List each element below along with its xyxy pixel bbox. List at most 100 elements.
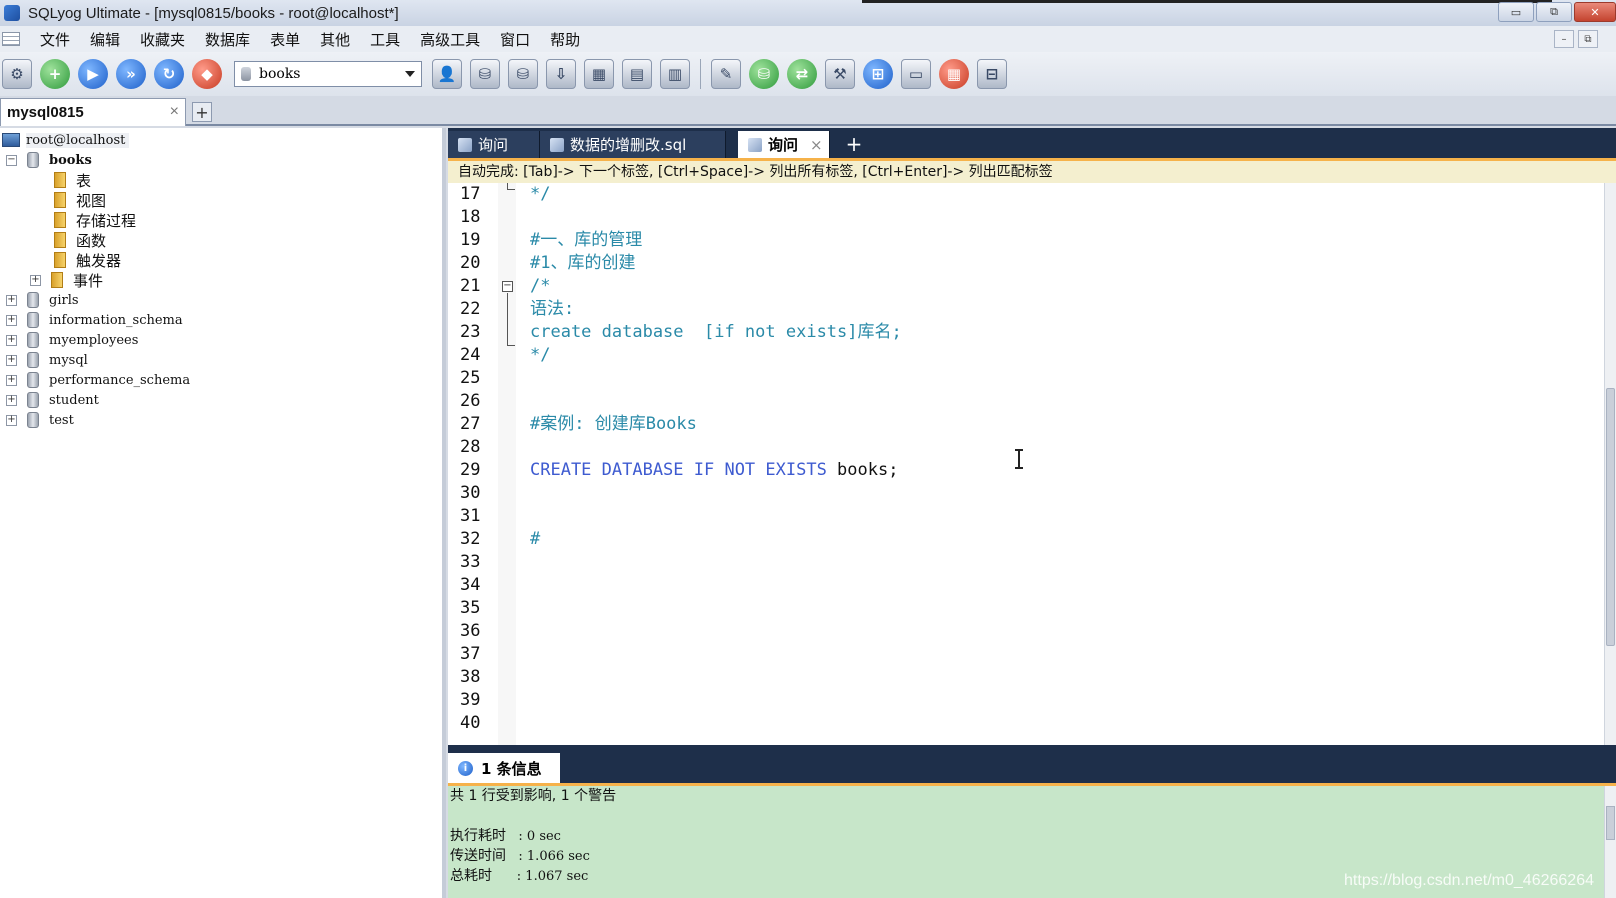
database-selector[interactable]: books bbox=[234, 61, 422, 87]
message-exec-time: 执行耗时 : 0 sec bbox=[450, 826, 561, 846]
table-icon[interactable]: ▦ bbox=[584, 59, 614, 89]
close-icon[interactable]: × bbox=[810, 136, 823, 154]
menu-help[interactable]: 帮助 bbox=[540, 29, 590, 50]
editor-scrollbar-thumb[interactable] bbox=[1606, 388, 1615, 646]
expand-icon[interactable]: + bbox=[6, 314, 17, 326]
menu-advanced-tools[interactable]: 高级工具 bbox=[410, 29, 490, 50]
user-icon[interactable]: 👤 bbox=[432, 59, 462, 89]
menu-edit[interactable]: 编辑 bbox=[80, 29, 130, 50]
tree-item-events[interactable]: + 事件 bbox=[30, 270, 103, 290]
refresh-icon[interactable]: ↻ bbox=[154, 59, 184, 89]
import-icon[interactable]: ⇩ bbox=[546, 59, 576, 89]
column-icon[interactable]: ▥ bbox=[660, 59, 690, 89]
line-number: 34 bbox=[460, 575, 481, 595]
tab-label: 1 条信息 bbox=[481, 759, 542, 778]
tree-item-information-schema[interactable]: + information_schema bbox=[6, 310, 183, 330]
tree-item-procedures[interactable]: 存储过程 bbox=[54, 210, 136, 230]
new-query-tab-button[interactable]: + bbox=[844, 134, 864, 155]
connection-tab-strip: mysql0815 × + bbox=[0, 96, 1616, 126]
tree-item-myemployees[interactable]: + myemployees bbox=[6, 330, 138, 350]
code-line-20: #1、库的创建 bbox=[530, 253, 636, 273]
menu-file[interactable]: 文件 bbox=[30, 29, 80, 50]
tree-item-tables[interactable]: 表 bbox=[54, 170, 91, 190]
menu-other[interactable]: 其他 bbox=[310, 29, 360, 50]
messages-scrollbar[interactable] bbox=[1604, 786, 1616, 898]
execute-all-icon[interactable]: » bbox=[116, 59, 146, 89]
connect-icon[interactable]: ⚙ bbox=[2, 59, 32, 89]
schema-sync-icon[interactable]: ⚒ bbox=[825, 59, 855, 89]
doc-minimize-button[interactable]: – bbox=[1554, 30, 1574, 48]
editor-scrollbar[interactable] bbox=[1604, 183, 1616, 745]
fold-guide-line bbox=[507, 293, 508, 345]
tree-item-mysql[interactable]: + mysql bbox=[6, 350, 88, 370]
visual-data-icon[interactable]: ⊞ bbox=[863, 59, 893, 89]
tree-item-girls[interactable]: + girls bbox=[6, 290, 79, 310]
database-icon bbox=[27, 412, 39, 428]
menu-database[interactable]: 数据库 bbox=[195, 29, 260, 50]
tab-query-1[interactable]: 询问 bbox=[448, 131, 540, 158]
close-window-button[interactable]: ✕ bbox=[1574, 2, 1616, 22]
table-data-icon[interactable]: ▤ bbox=[622, 59, 652, 89]
menu-table[interactable]: 表单 bbox=[260, 29, 310, 50]
line-number: 20 bbox=[460, 253, 481, 273]
migrate-icon[interactable]: ⇄ bbox=[787, 59, 817, 89]
panel-splitter[interactable] bbox=[448, 745, 1616, 753]
restore-button[interactable]: ⧉ bbox=[1536, 2, 1572, 22]
expand-icon[interactable]: + bbox=[6, 374, 17, 386]
menu-tools[interactable]: 工具 bbox=[360, 29, 410, 50]
tab-sql-file[interactable]: 数据的增删改.sql bbox=[540, 131, 726, 158]
title-bar-divider bbox=[862, 0, 1552, 3]
tree-item-test[interactable]: + test bbox=[6, 410, 74, 430]
tree-item-books[interactable]: − books bbox=[6, 150, 92, 170]
tab-messages[interactable]: i 1 条信息 bbox=[448, 753, 560, 783]
code-line-27: #案例: 创建库Books bbox=[530, 414, 697, 434]
connection-tab-mysql0815[interactable]: mysql0815 × bbox=[0, 98, 186, 126]
close-icon[interactable]: × bbox=[170, 103, 179, 121]
db-copy-icon[interactable]: ⛁ bbox=[749, 59, 779, 89]
tab-label: 询问 bbox=[478, 136, 509, 154]
report-icon[interactable]: ▭ bbox=[901, 59, 931, 89]
tree-item-student[interactable]: + student bbox=[6, 390, 99, 410]
sync-icon[interactable]: ✎ bbox=[711, 59, 741, 89]
expand-icon[interactable]: + bbox=[6, 394, 17, 406]
line-number-gutter: 17 18 19 20 21 22 23 24 25 26 27 28 29 3… bbox=[448, 183, 498, 745]
new-connection-icon[interactable]: + bbox=[40, 59, 70, 89]
menu-favorites[interactable]: 收藏夹 bbox=[130, 29, 195, 50]
schema-icon[interactable]: ◆ bbox=[192, 59, 222, 89]
schema-designer-icon[interactable]: ⊟ bbox=[977, 59, 1007, 89]
expand-icon[interactable]: + bbox=[6, 294, 17, 306]
backup-icon[interactable]: ⛁ bbox=[470, 59, 500, 89]
document-menu-icon[interactable] bbox=[2, 32, 20, 46]
tree-item-functions[interactable]: 函数 bbox=[54, 230, 106, 250]
line-number: 33 bbox=[460, 552, 481, 572]
tree-item-views[interactable]: 视图 bbox=[54, 190, 106, 210]
line-number: 31 bbox=[460, 506, 481, 526]
new-connection-tab-button[interactable]: + bbox=[192, 102, 212, 122]
execute-query-icon[interactable]: ▶ bbox=[78, 59, 108, 89]
sqlyog-app-icon bbox=[4, 5, 20, 21]
minimize-button[interactable]: ▭ bbox=[1498, 2, 1534, 22]
sql-identifier: books; bbox=[837, 460, 899, 480]
doc-restore-button[interactable]: ⧉ bbox=[1578, 30, 1598, 48]
tree-item-performance-schema[interactable]: + performance_schema bbox=[6, 370, 190, 390]
folder-icon bbox=[54, 232, 66, 248]
menu-window[interactable]: 窗口 bbox=[490, 29, 540, 50]
tree-root-connection[interactable]: root@localhost bbox=[2, 130, 130, 150]
tree-item-triggers[interactable]: 触发器 bbox=[54, 250, 121, 270]
messages-scrollbar-thumb[interactable] bbox=[1606, 806, 1615, 840]
restore-icon[interactable]: ⛁ bbox=[508, 59, 538, 89]
query-editor[interactable]: 17 18 19 20 21 22 23 24 25 26 27 28 29 3… bbox=[448, 183, 1604, 745]
collapse-icon[interactable]: − bbox=[6, 154, 17, 166]
expand-icon[interactable]: + bbox=[6, 354, 17, 366]
query-builder-icon[interactable]: ▦ bbox=[939, 59, 969, 89]
fold-collapse-icon[interactable]: − bbox=[502, 281, 513, 292]
object-browser: root@localhost − books 表 视图 存储过程 函数 触发器 … bbox=[0, 128, 446, 898]
fold-guide-end bbox=[507, 345, 515, 346]
tab-query-active[interactable]: 询问 × bbox=[738, 131, 830, 158]
chevron-down-icon bbox=[405, 71, 415, 77]
expand-icon[interactable]: + bbox=[6, 414, 17, 426]
line-number: 38 bbox=[460, 667, 481, 687]
query-tab-icon bbox=[550, 137, 564, 152]
expand-icon[interactable]: + bbox=[30, 274, 41, 286]
expand-icon[interactable]: + bbox=[6, 334, 17, 346]
